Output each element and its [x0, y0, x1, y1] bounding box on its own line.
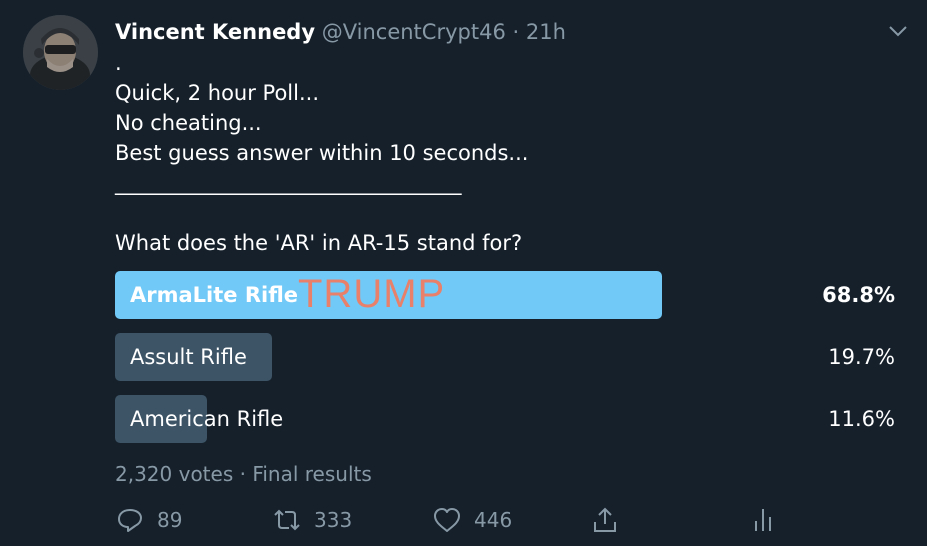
analytics-icon: [755, 509, 771, 531]
like-button[interactable]: 446: [432, 502, 512, 538]
analytics-button[interactable]: [748, 502, 778, 538]
tweet-text-line: Quick, 2 hour Poll...: [115, 81, 320, 105]
poll-option-percent: 11.6%: [828, 407, 895, 431]
poll-option: ArmaLite Rifle 68.8%: [115, 271, 895, 319]
poll-option: American Rifle 11.6%: [115, 395, 895, 443]
reply-button[interactable]: 89: [115, 502, 182, 538]
poll-option-label: American Rifle: [130, 407, 284, 431]
author-handle[interactable]: @VincentCrypt46: [322, 20, 506, 44]
share-icon: [594, 507, 616, 532]
poll-option: Assult Rifle 19.7%: [115, 333, 895, 381]
share-button[interactable]: [590, 502, 620, 538]
tweet-actions: 89 333 446: [115, 502, 795, 538]
poll-votes-summary: 2,320 votes · Final results: [115, 462, 372, 486]
tweet-text-line: No cheating...: [115, 111, 262, 135]
poll-question: What does the 'AR' in AR-15 stand for?: [115, 231, 523, 255]
overlay-text: TRUMP: [298, 272, 446, 316]
tweet-timestamp[interactable]: 21h: [526, 20, 566, 44]
tweet-text-line: _________________________________: [115, 171, 462, 195]
heart-icon: [434, 508, 460, 532]
poll-option-percent: 68.8%: [822, 283, 895, 307]
poll-option-percent: 19.7%: [828, 345, 895, 369]
retweet-count: 333: [314, 508, 353, 532]
tweet-text-line: .: [115, 51, 122, 75]
chevron-down-icon[interactable]: [888, 23, 908, 37]
author-name[interactable]: Vincent Kennedy: [115, 20, 315, 44]
reply-count: 89: [157, 508, 183, 532]
retweet-button[interactable]: 333: [272, 502, 352, 538]
tweet-text: . Quick, 2 hour Poll... No cheating... B…: [115, 48, 675, 198]
tweet-text-line: Best guess answer within 10 seconds...: [115, 141, 529, 165]
retweet-icon: [274, 509, 300, 531]
tweet-header: Vincent Kennedy @VincentCrypt46 · 21h: [115, 17, 566, 47]
poll-option-label: ArmaLite Rifle: [130, 283, 299, 307]
poll-option-label: Assult Rifle: [130, 345, 247, 369]
like-count: 446: [474, 508, 513, 532]
reply-icon: [118, 509, 142, 532]
avatar[interactable]: [23, 15, 98, 90]
header-separator: ·: [512, 20, 520, 44]
